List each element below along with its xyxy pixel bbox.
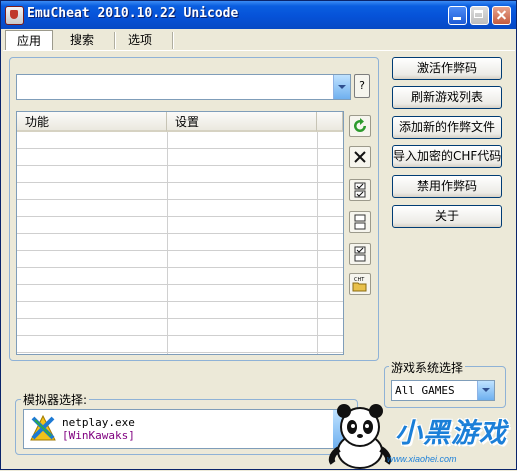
app-icon[interactable] bbox=[5, 6, 24, 25]
table-row[interactable] bbox=[17, 166, 343, 183]
invert-check-icon bbox=[354, 246, 366, 262]
column-header-function[interactable]: 功能 bbox=[17, 112, 167, 132]
game-system-label: 游戏系统选择 bbox=[389, 359, 466, 376]
maximize-button[interactable] bbox=[470, 6, 489, 25]
chevron-down-icon bbox=[482, 388, 490, 392]
title-bar[interactable]: EmuCheat 2010.10.22 Unicode bbox=[1, 1, 516, 29]
import-chf-button[interactable]: 导入加密的CHF代码 bbox=[392, 145, 502, 168]
game-system-value: All GAMES bbox=[395, 384, 455, 397]
delete-button[interactable] bbox=[349, 146, 371, 168]
chevron-down-icon bbox=[338, 85, 346, 89]
tab-divider bbox=[3, 50, 515, 51]
table-row[interactable] bbox=[17, 149, 343, 166]
app-window: EmuCheat 2010.10.22 Unicode 应用 搜索 选项 ? 功… bbox=[0, 0, 517, 470]
refresh-game-list-button[interactable]: 刷新游戏列表 bbox=[392, 86, 502, 109]
activate-cheat-button[interactable]: 激活作弊码 bbox=[392, 57, 502, 80]
uncheck-all-icon bbox=[354, 214, 366, 230]
column-header-setting[interactable]: 设置 bbox=[167, 112, 317, 132]
open-cht-folder-icon: CHT bbox=[352, 277, 367, 292]
table-row[interactable] bbox=[17, 217, 343, 234]
game-combo[interactable] bbox=[16, 74, 351, 100]
game-system-dropdown[interactable] bbox=[477, 381, 494, 400]
uncheck-all-button[interactable] bbox=[349, 211, 371, 233]
help-button[interactable]: ? bbox=[354, 74, 370, 98]
table-row[interactable] bbox=[17, 319, 343, 336]
table-row[interactable] bbox=[17, 285, 343, 302]
refresh-icon bbox=[354, 118, 366, 132]
table-row[interactable] bbox=[17, 183, 343, 200]
cheat-table[interactable]: 功能 设置 bbox=[16, 111, 344, 355]
minimize-button[interactable] bbox=[448, 6, 467, 25]
table-row[interactable] bbox=[17, 132, 343, 149]
watermark-text: 小黑游戏 bbox=[395, 418, 507, 449]
tab-separator bbox=[172, 32, 174, 49]
table-row[interactable] bbox=[17, 336, 343, 353]
tab-search[interactable]: 搜索 bbox=[58, 30, 106, 50]
delete-icon bbox=[354, 151, 366, 163]
invert-check-button[interactable] bbox=[349, 243, 371, 265]
refresh-button[interactable] bbox=[349, 115, 371, 137]
window-title: EmuCheat 2010.10.22 Unicode bbox=[27, 6, 239, 21]
game-system-select[interactable]: All GAMES bbox=[391, 380, 495, 401]
close-button[interactable] bbox=[492, 6, 511, 25]
kawaks-icon bbox=[30, 414, 56, 441]
open-cht-button[interactable]: CHT bbox=[349, 273, 371, 295]
check-all-icon bbox=[354, 182, 366, 198]
cht-label: CHT bbox=[354, 277, 365, 283]
tab-options[interactable]: 选项 bbox=[116, 30, 164, 50]
emulator-label: 模拟器选择: bbox=[21, 391, 90, 408]
table-row[interactable] bbox=[17, 302, 343, 319]
table-row[interactable] bbox=[17, 268, 343, 285]
game-combo-dropdown[interactable] bbox=[333, 75, 350, 99]
table-row[interactable] bbox=[17, 200, 343, 217]
emulator-list[interactable]: netplay.exe [WinKawaks] bbox=[23, 409, 348, 449]
tab-apply[interactable]: 应用 bbox=[5, 30, 53, 50]
column-header-blank bbox=[317, 112, 343, 132]
check-all-button[interactable] bbox=[349, 179, 371, 201]
table-row[interactable] bbox=[17, 234, 343, 251]
emulator-exe: netplay.exe bbox=[62, 416, 135, 429]
about-button[interactable]: 关于 bbox=[392, 205, 502, 228]
panda-icon bbox=[328, 404, 392, 469]
disable-cheat-button[interactable]: 禁用作弊码 bbox=[392, 175, 502, 198]
watermark-url: www.xiaohei.com bbox=[387, 454, 457, 464]
add-cheat-file-button[interactable]: 添加新的作弊文件 bbox=[392, 116, 502, 139]
table-row[interactable] bbox=[17, 251, 343, 268]
emulator-name: [WinKawaks] bbox=[62, 429, 135, 442]
watermark-logo: 小黑游戏 www.xiaohei.com bbox=[323, 399, 517, 471]
